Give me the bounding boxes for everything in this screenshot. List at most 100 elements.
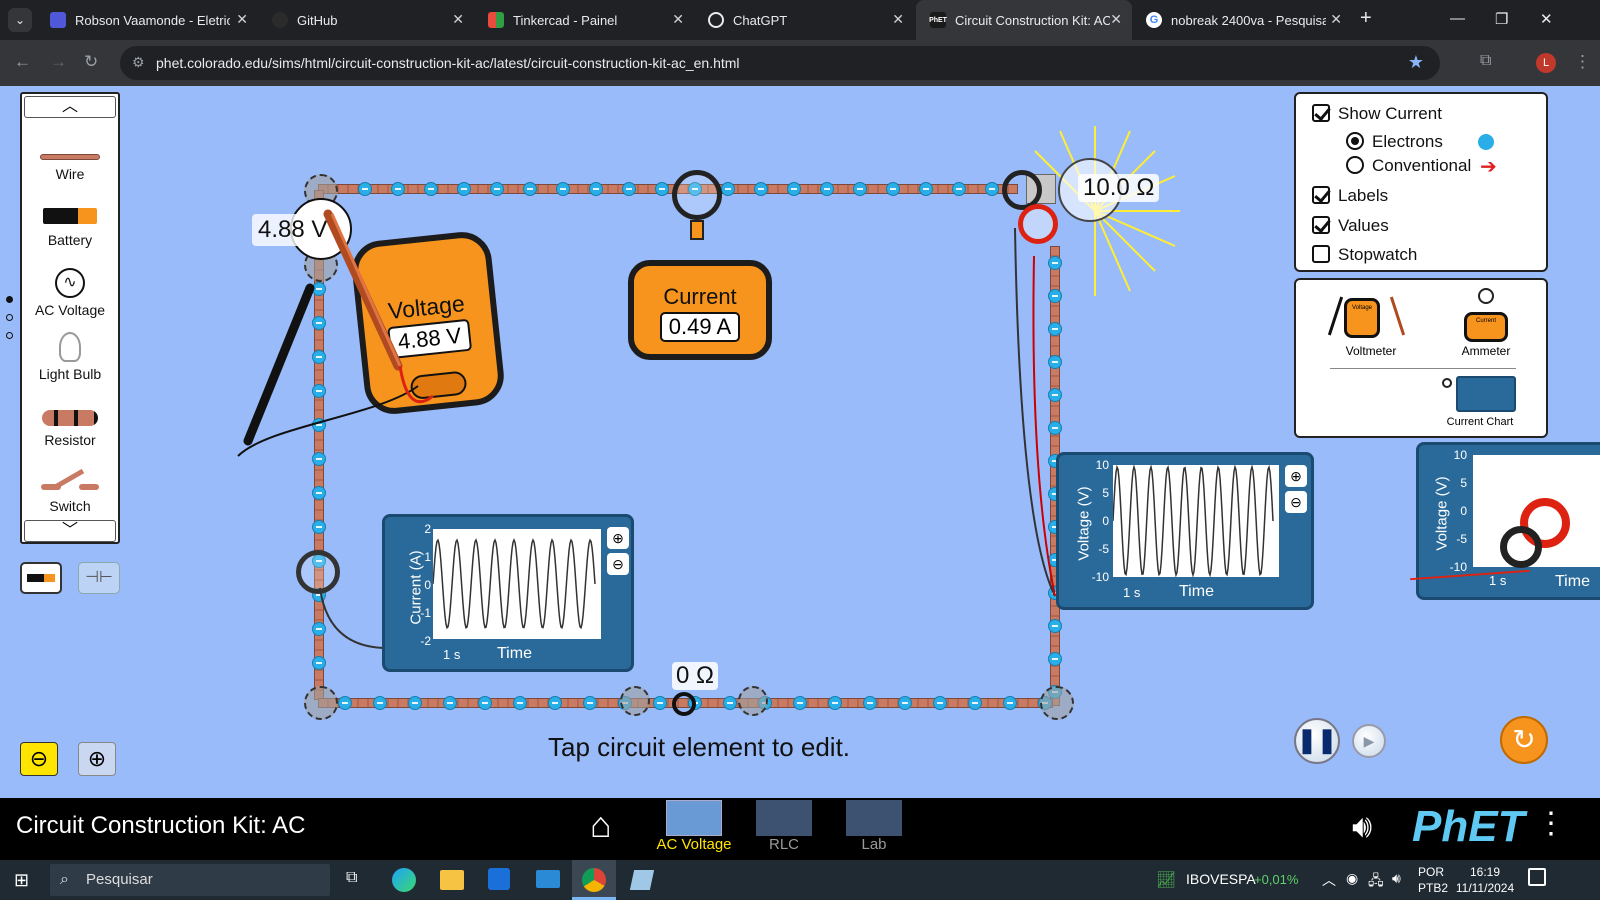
- maximize-button[interactable]: ❐: [1495, 10, 1508, 28]
- sound-icon[interactable]: 🔊︎: [1352, 808, 1372, 846]
- zoom-in-button[interactable]: ⊕: [78, 742, 116, 776]
- toolbox-page-dot[interactable]: [6, 332, 13, 339]
- network-icon[interactable]: 🖧︎: [1368, 870, 1384, 894]
- task-view-icon[interactable]: ⧉: [346, 869, 357, 887]
- search-placeholder: Pesquisar: [86, 871, 153, 888]
- profile-avatar[interactable]: L: [1536, 53, 1556, 73]
- forward-icon[interactable]: →: [50, 52, 67, 72]
- switch-knob[interactable]: [672, 692, 696, 716]
- circuit-vertex[interactable]: [304, 686, 338, 720]
- close-tab-icon[interactable]: ✕: [672, 11, 684, 28]
- screen-button-rlc[interactable]: RLC: [746, 800, 822, 858]
- new-tab-button[interactable]: +: [1360, 7, 1372, 30]
- volume-icon[interactable]: 🔊︎: [1392, 870, 1401, 887]
- switch-vertex[interactable]: [620, 686, 650, 716]
- toolbox-scroll-up-button[interactable]: ︿: [24, 96, 116, 118]
- minimize-button[interactable]: —: [1450, 10, 1465, 27]
- phet-menu-icon[interactable]: ⋮: [1536, 806, 1566, 841]
- tick-label: -1: [420, 606, 431, 620]
- close-tab-icon[interactable]: ✕: [892, 11, 904, 28]
- zoom-in-chart-icon[interactable]: ⊕: [607, 527, 629, 549]
- back-icon[interactable]: ←: [14, 52, 31, 72]
- toolbox-wire[interactable]: Wire: [22, 154, 118, 182]
- voltage-chart-probe-black[interactable]: [1500, 526, 1542, 568]
- toolbox-ac-voltage[interactable]: ∿ AC Voltage: [22, 268, 118, 318]
- show-current-checkbox[interactable]: Show Current: [1312, 104, 1442, 124]
- toolbox-switch[interactable]: Switch: [22, 468, 118, 514]
- reset-all-button[interactable]: ↻: [1500, 716, 1548, 764]
- voltage-chart-probe-red[interactable]: [1018, 204, 1058, 244]
- electron: [523, 182, 537, 196]
- voltmeter-tool[interactable]: Voltage Voltmeter: [1326, 286, 1416, 358]
- toolbox-resistor[interactable]: Resistor: [22, 410, 118, 448]
- stopwatch-checkbox[interactable]: Stopwatch: [1312, 245, 1417, 265]
- extensions-icon[interactable]: ⧉: [1480, 52, 1491, 70]
- home-icon[interactable]: ⌂: [590, 804, 612, 846]
- step-forward-button[interactable]: ▶: [1352, 724, 1386, 758]
- electron: [886, 182, 900, 196]
- reload-icon[interactable]: ↻: [84, 52, 98, 72]
- tab-github[interactable]: GitHub ✕: [258, 0, 474, 40]
- tab-google-search[interactable]: Gnobreak 2400va - Pesquisa G ✕: [1132, 0, 1352, 40]
- circuit-vertex[interactable]: [1040, 686, 1074, 720]
- close-tab-icon[interactable]: ✕: [1330, 11, 1342, 28]
- labels-checkbox[interactable]: Labels: [1312, 186, 1388, 206]
- electron: [373, 696, 387, 710]
- voltage-chart-scale: 1 s: [1489, 573, 1507, 588]
- conventional-radio[interactable]: Conventional: [1346, 156, 1471, 176]
- app-icon[interactable]: [629, 870, 655, 890]
- file-explorer-icon[interactable]: [440, 870, 464, 890]
- bookmark-star-icon[interactable]: ★: [1408, 52, 1424, 73]
- taskbar-search-box[interactable]: ⌕ Pesquisar: [50, 864, 330, 896]
- current-chart-tool[interactable]: Current Chart: [1436, 374, 1526, 434]
- current-chart-panel[interactable]: Current (A) 2 1 0 -1 -2 ⊕ ⊖ 1 s Time: [382, 514, 634, 672]
- schematic-view-button[interactable]: ⊣⊢: [78, 562, 120, 594]
- close-tab-icon[interactable]: ✕: [236, 11, 248, 28]
- stock-name[interactable]: IBOVESPA: [1186, 871, 1256, 887]
- zoom-out-button[interactable]: ⊖: [20, 742, 58, 776]
- lifelike-view-button[interactable]: [20, 562, 62, 594]
- zoom-out-chart-icon[interactable]: ⊖: [1285, 491, 1307, 513]
- toolbox-light-bulb[interactable]: Light Bulb: [22, 332, 118, 382]
- tab-tinkercad[interactable]: Tinkercad - Painel ✕: [474, 0, 694, 40]
- tab-title: Tinkercad - Painel: [513, 12, 618, 28]
- electrons-radio[interactable]: Electrons: [1346, 132, 1443, 152]
- tray-record-icon[interactable]: ◉: [1346, 870, 1358, 887]
- windows-start-icon[interactable]: ⊞: [14, 870, 29, 891]
- store-icon[interactable]: [488, 868, 510, 890]
- notifications-icon[interactable]: [1528, 868, 1546, 886]
- voltage-chart-panel[interactable]: Voltage (V) 10 5 0 -5 -10 ⊕ ⊖ 1 s Time: [1056, 452, 1314, 610]
- values-checkbox[interactable]: Values: [1312, 216, 1389, 236]
- tab-search-icon[interactable]: ⌄: [8, 8, 32, 32]
- screen-button-lab[interactable]: Lab: [836, 800, 912, 858]
- tab-chatgpt[interactable]: ChatGPT ✕: [694, 0, 914, 40]
- chrome-taskbar-button[interactable]: [572, 860, 616, 900]
- toolbox-page-dot[interactable]: [6, 296, 13, 303]
- phet-logo[interactable]: PhET: [1412, 802, 1524, 852]
- close-window-button[interactable]: ✕: [1540, 10, 1553, 28]
- tray-chevron-icon[interactable]: ︿: [1322, 870, 1336, 890]
- voltmeter-probes[interactable]: [228, 206, 468, 566]
- close-tab-icon[interactable]: ✕: [452, 11, 464, 28]
- site-info-icon[interactable]: ⚙: [132, 54, 145, 71]
- zoom-in-chart-icon[interactable]: ⊕: [1285, 465, 1307, 487]
- screen-button-ac-voltage[interactable]: AC Voltage: [656, 800, 732, 858]
- edge-icon[interactable]: [392, 868, 416, 892]
- toolbox-battery[interactable]: Battery: [22, 208, 118, 248]
- toolbox-scroll-down-button[interactable]: ﹀: [24, 520, 116, 542]
- clock[interactable]: 16:19 11/11/2024: [1454, 864, 1516, 896]
- toolbox-page-dot[interactable]: [6, 314, 13, 321]
- url-bar[interactable]: ⚙ phet.colorado.edu/sims/html/circuit-co…: [120, 46, 1440, 80]
- tab-robson[interactable]: Robson Vaamonde - Eletricid ✕: [36, 0, 258, 40]
- ammeter-tool[interactable]: Current Ammeter: [1456, 286, 1516, 358]
- pause-button[interactable]: ❚❚: [1294, 718, 1340, 764]
- switch-vertex[interactable]: [738, 686, 768, 716]
- menu-icon[interactable]: ⋮: [1574, 52, 1591, 72]
- zoom-out-chart-icon[interactable]: ⊖: [607, 553, 629, 575]
- language-indicator[interactable]: POR PTB2: [1418, 864, 1448, 896]
- ammeter[interactable]: Current 0.49 A: [628, 260, 772, 360]
- ammeter-probe[interactable]: [672, 170, 722, 220]
- close-tab-icon[interactable]: ✕: [1110, 11, 1122, 28]
- tab-circuit-kit[interactable]: PhET Circuit Construction Kit: AC ✕: [916, 0, 1132, 40]
- mail-icon[interactable]: [536, 870, 560, 888]
